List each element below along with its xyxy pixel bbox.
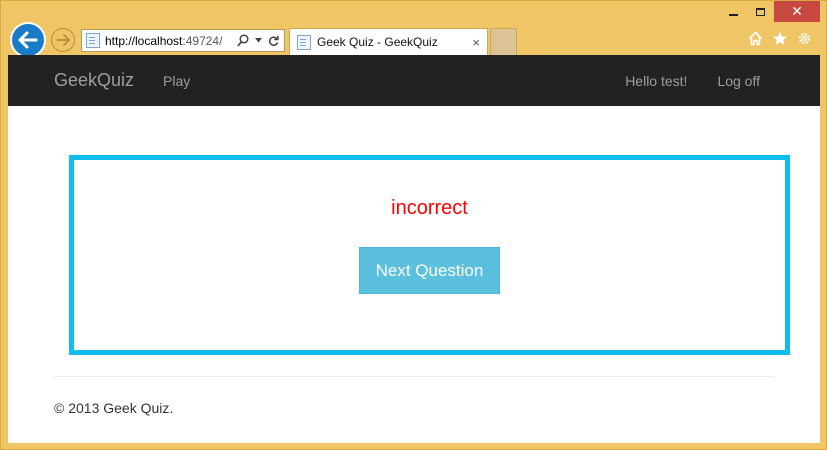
site-navbar: GeekQuiz Play Hello test! Log off [8, 55, 820, 106]
browser-window: ✕ http://localhost:49724/ Geek Quiz - Ge… [0, 0, 827, 450]
url-host: http://localhost [105, 33, 183, 48]
nav-link-hello-user[interactable]: Hello test! [625, 73, 687, 89]
window-controls: ✕ [720, 1, 820, 23]
tab-page-icon [297, 34, 311, 50]
brand-link[interactable]: GeekQuiz [54, 70, 134, 91]
back-arrow-icon [18, 31, 38, 49]
close-window-button[interactable]: ✕ [774, 1, 820, 22]
tab-geek-quiz[interactable]: Geek Quiz - GeekQuiz × [289, 28, 488, 55]
footer-divider [54, 376, 775, 377]
tab-close-icon[interactable]: × [472, 35, 480, 50]
next-question-button[interactable]: Next Question [359, 247, 500, 294]
gear-icon[interactable] [797, 31, 812, 46]
favorites-star-icon[interactable] [772, 31, 788, 46]
url-port: :49724/ [182, 33, 223, 48]
search-icon[interactable] [237, 34, 249, 47]
quiz-result-panel: incorrect Next Question [69, 155, 790, 355]
home-icon[interactable] [748, 31, 763, 46]
refresh-icon[interactable] [268, 35, 279, 47]
new-tab-button[interactable] [490, 28, 517, 55]
page-viewport: GeekQuiz Play Hello test! Log off incorr… [8, 55, 820, 443]
nav-link-log-off[interactable]: Log off [717, 73, 760, 89]
answer-result-text: incorrect [391, 197, 468, 219]
footer-copyright: © 2013 Geek Quiz. [54, 400, 174, 416]
nav-right: Hello test! Log off [625, 73, 820, 89]
page-icon [86, 33, 100, 48]
minimize-icon [729, 14, 738, 16]
minimize-button[interactable] [720, 1, 747, 22]
forward-button[interactable] [51, 28, 75, 52]
nav-link-play[interactable]: Play [163, 73, 190, 89]
forward-arrow-icon [56, 34, 70, 46]
tab-title: Geek Quiz - GeekQuiz [317, 35, 438, 49]
maximize-icon [756, 7, 765, 16]
maximize-button[interactable] [747, 1, 774, 22]
chevron-down-icon[interactable] [255, 38, 262, 43]
address-bar[interactable]: http://localhost:49724/ [81, 29, 285, 52]
browser-toolbar-right [748, 31, 812, 46]
back-button[interactable] [10, 22, 46, 58]
